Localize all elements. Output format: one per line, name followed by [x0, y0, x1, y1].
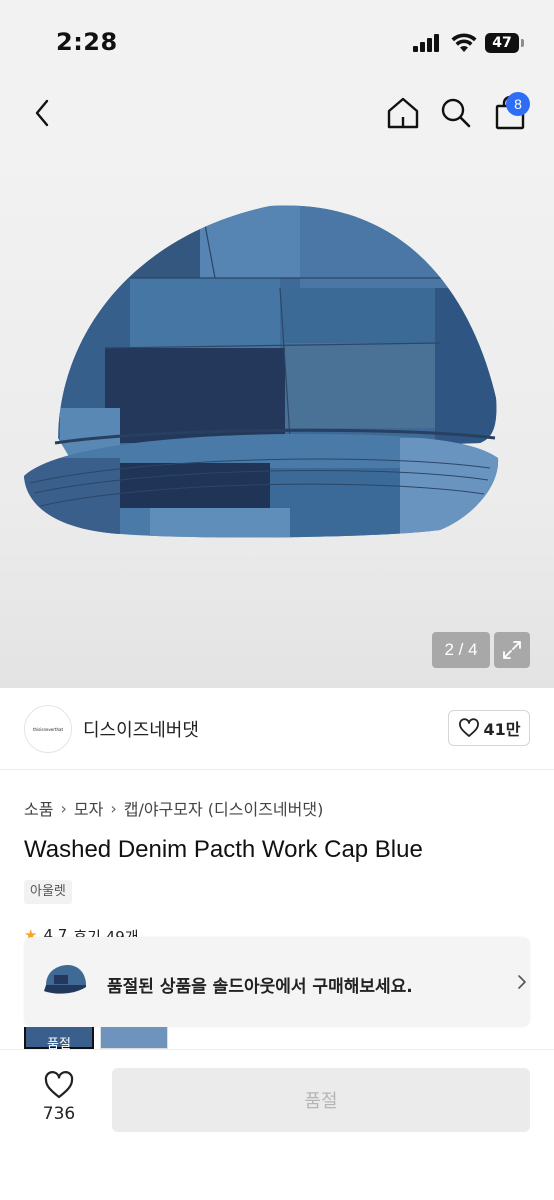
search-button[interactable] [436, 92, 476, 134]
back-button[interactable] [22, 92, 62, 134]
thumbnail-soldout[interactable]: 품절 [24, 1027, 94, 1049]
brand-name[interactable]: 디스이즈네버댓 [83, 716, 199, 742]
outlet-tag: 아울렛 [24, 880, 72, 904]
search-icon [441, 98, 471, 128]
chevron-right-icon: › [60, 798, 67, 818]
chevron-right-icon: › [110, 798, 117, 818]
breadcrumb-item-3[interactable]: 캡/야구모자 (디스이즈네버댓) [124, 796, 324, 820]
brand-row: thisisneverthat 디스이즈네버댓 41만 [0, 688, 554, 770]
home-icon [387, 97, 419, 129]
thumbnail-soldout-label: 품절 [47, 1037, 71, 1049]
status-bar: 2:28 47 [0, 0, 554, 88]
thumbnail-item[interactable] [100, 1027, 168, 1049]
brand-logo-text: thisisneverthat [32, 726, 64, 732]
battery-icon: 47 [485, 33, 519, 53]
chevron-left-icon [35, 99, 49, 127]
image-counter: 2 / 4 [432, 632, 490, 668]
related-thumbnails: 품절 [24, 1027, 174, 1049]
top-nav-bar [0, 88, 554, 138]
status-time: 2:28 [56, 28, 118, 56]
brand-like-count: 41만 [483, 720, 521, 739]
home-button[interactable] [383, 92, 423, 134]
heart-icon [458, 718, 479, 737]
wifi-icon [451, 33, 477, 52]
soldout-banner[interactable]: 품절된 상품을 솔드아웃에서 구매해보세요. [24, 937, 530, 1027]
wishlist-count: 736 [42, 1104, 76, 1124]
denim-cap-image [24, 205, 499, 538]
chevron-right-icon [518, 975, 526, 989]
product-title: Washed Denim Pacth Work Cap Blue [24, 836, 423, 863]
wishlist-button[interactable]: 736 [34, 1070, 84, 1132]
breadcrumb-item-1[interactable]: 소품 [24, 796, 53, 820]
breadcrumb-item-2[interactable]: 모자 [74, 796, 103, 820]
product-image[interactable] [0, 138, 554, 688]
expand-image-button[interactable] [494, 632, 530, 668]
heart-icon [44, 1071, 74, 1099]
expand-icon [503, 641, 521, 659]
cart-count-badge: 8 [506, 92, 530, 116]
battery-tip [521, 39, 524, 47]
soldout-buy-button[interactable]: 품절 [112, 1068, 530, 1132]
brand-like-button[interactable]: 41만 [448, 710, 530, 746]
brand-logo[interactable]: thisisneverthat [24, 705, 72, 753]
bottom-action-bar: 736 품절 [0, 1049, 554, 1200]
cellular-signal-icon [413, 34, 443, 52]
soldout-banner-text: 품절된 상품을 솔드아웃에서 구매해보세요. [107, 977, 413, 997]
cap-thumbnail-icon [44, 965, 86, 994]
battery-level: 47 [492, 35, 512, 51]
breadcrumb: 소품 › 모자 › 캡/야구모자 (디스이즈네버댓) [24, 796, 323, 820]
